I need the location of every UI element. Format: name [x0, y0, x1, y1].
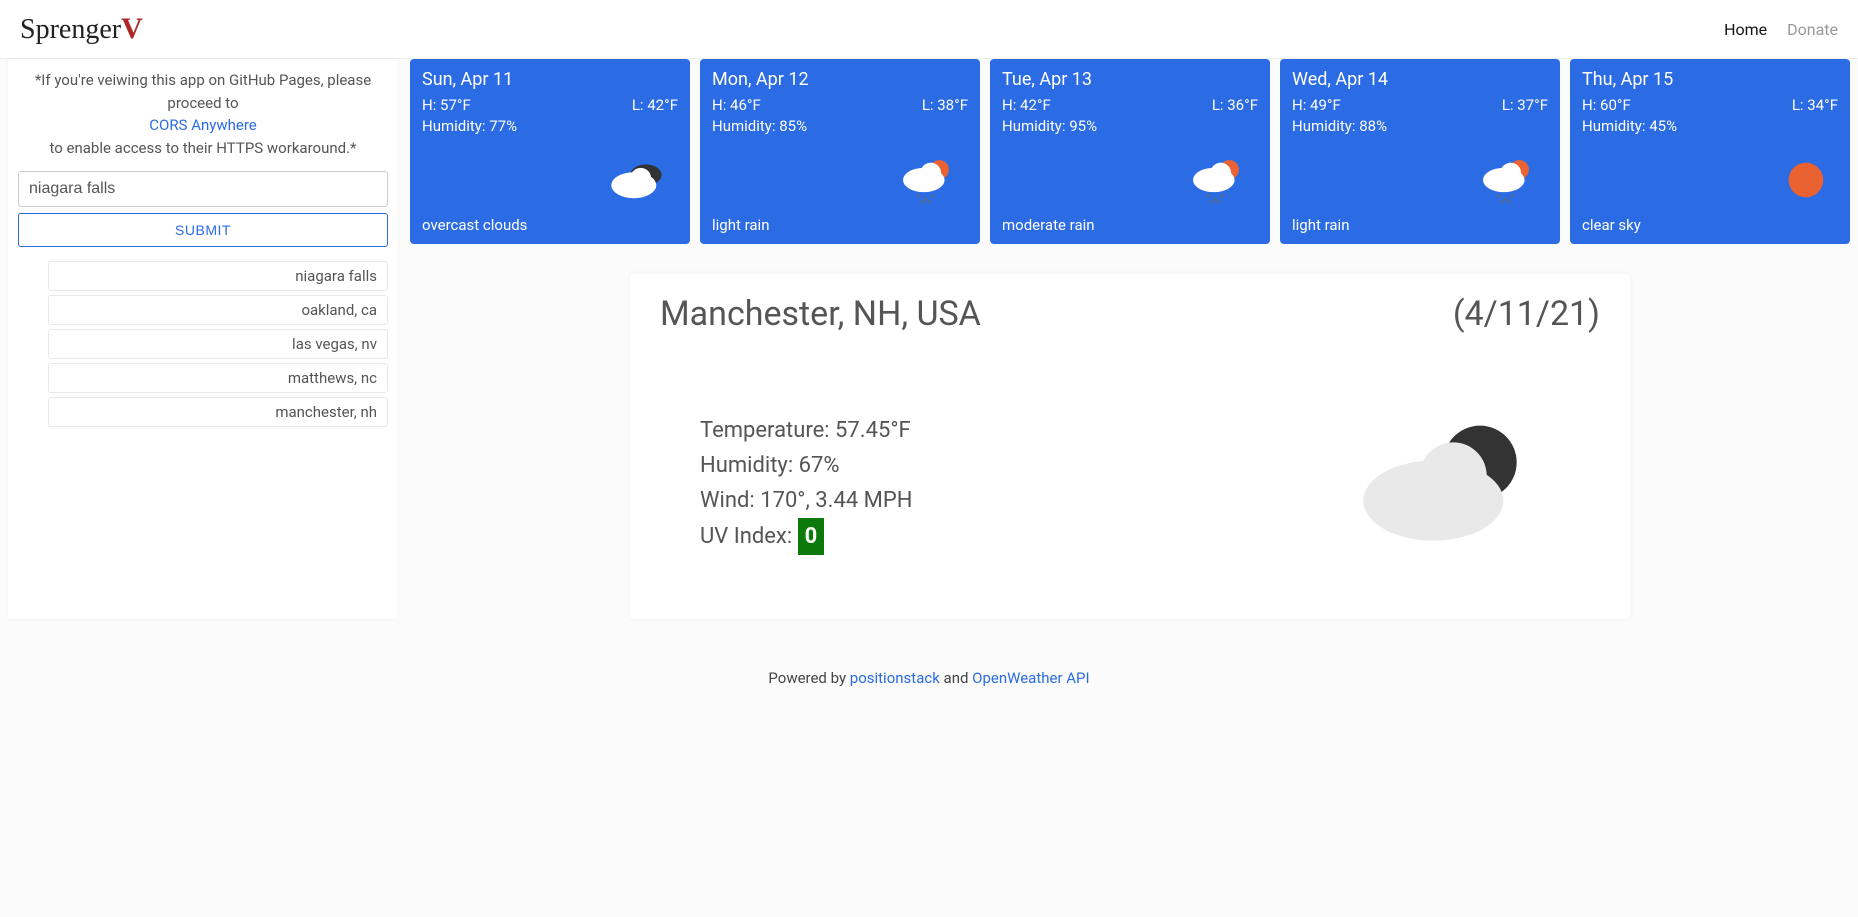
forecast-date: Tue, Apr 13: [1002, 69, 1258, 90]
forecast-date: Wed, Apr 14: [1292, 69, 1548, 90]
forecast-card[interactable]: Tue, Apr 13 H: 42°F L: 36°F Humidity: 95% mo…: [990, 59, 1270, 244]
brand[interactable]: SprengerV: [20, 12, 143, 46]
note-b: to enable access to their HTTPS workarou…: [50, 139, 357, 157]
detail-card: Manchester, NH, USA (4/11/21) Temperatur…: [630, 274, 1630, 619]
forecast-hilo: H: 42°F L: 36°F: [1002, 96, 1258, 114]
overcast-icon: [1350, 409, 1550, 559]
forecast-lo: L: 42°F: [632, 96, 678, 114]
forecast-lo: L: 36°F: [1212, 96, 1258, 114]
sidebar: *If you're veiwing this app on GitHub Pa…: [8, 59, 398, 619]
history-list: niagara falls oakland, ca las vegas, nv mat…: [18, 261, 388, 427]
detail-uv-label: UV Index:: [700, 524, 798, 549]
forecast-date: Thu, Apr 15: [1582, 69, 1838, 90]
forecast-icon: [1292, 143, 1548, 216]
history-item[interactable]: las vegas, nv: [48, 329, 388, 359]
forecast-icon: [1582, 143, 1838, 216]
forecast-hi: H: 49°F: [1292, 96, 1341, 114]
detail-uv-row: UV Index: 0: [700, 518, 1290, 555]
detail-wind: Wind: 170°, 3.44 MPH: [700, 483, 1290, 518]
forecast-card[interactable]: Wed, Apr 14 H: 49°F L: 37°F Humidity: 88% li…: [1280, 59, 1560, 244]
history-item[interactable]: matthews, nc: [48, 363, 388, 393]
forecast-hilo: H: 49°F L: 37°F: [1292, 96, 1548, 114]
forecast-condition: moderate rain: [1002, 216, 1258, 234]
navbar: SprengerV Home Donate: [0, 0, 1858, 59]
footer-link-openweather[interactable]: OpenWeather API: [972, 669, 1089, 687]
forecast-condition: overcast clouds: [422, 216, 678, 234]
history-item[interactable]: niagara falls: [48, 261, 388, 291]
forecast-humidity: Humidity: 88%: [1292, 117, 1548, 135]
nav-home[interactable]: Home: [1724, 20, 1767, 39]
forecast-humidity: Humidity: 77%: [422, 117, 678, 135]
forecast-date: Sun, Apr 11: [422, 69, 678, 90]
forecast-humidity: Humidity: 85%: [712, 117, 968, 135]
forecast-date: Mon, Apr 12: [712, 69, 968, 90]
forecast-row: Sun, Apr 11 H: 57°F L: 42°F Humidity: 77% ov…: [410, 59, 1850, 244]
forecast-hilo: H: 46°F L: 38°F: [712, 96, 968, 114]
forecast-icon: [712, 143, 968, 216]
footer-link-positionstack[interactable]: positionstack: [850, 669, 940, 687]
forecast-card[interactable]: Mon, Apr 12 H: 46°F L: 38°F Humidity: 85% li…: [700, 59, 980, 244]
forecast-hilo: H: 57°F L: 42°F: [422, 96, 678, 114]
forecast-card[interactable]: Thu, Apr 15 H: 60°F L: 34°F Humidity: 45% cl…: [1570, 59, 1850, 244]
detail-hum: Humidity: 67%: [700, 448, 1290, 483]
submit-button[interactable]: Submit: [18, 213, 388, 247]
main: Sun, Apr 11 H: 57°F L: 42°F Humidity: 77% ov…: [410, 59, 1850, 619]
footer-prefix: Powered by: [768, 669, 849, 687]
forecast-condition: light rain: [1292, 216, 1548, 234]
forecast-hilo: H: 60°F L: 34°F: [1582, 96, 1838, 114]
forecast-condition: clear sky: [1582, 216, 1838, 234]
forecast-hi: H: 57°F: [422, 96, 471, 114]
brand-text: Sprenger: [20, 14, 121, 45]
footer-mid: and: [940, 669, 972, 687]
uv-badge: 0: [798, 518, 825, 555]
forecast-humidity: Humidity: 95%: [1002, 117, 1258, 135]
history-item[interactable]: oakland, ca: [48, 295, 388, 325]
forecast-lo: L: 34°F: [1792, 96, 1838, 114]
brand-v: V: [121, 12, 143, 45]
note-a: *If you're veiwing this app on GitHub Pa…: [35, 71, 371, 112]
detail-title: Manchester, NH, USA: [660, 294, 981, 334]
forecast-lo: L: 37°F: [1502, 96, 1548, 114]
forecast-humidity: Humidity: 45%: [1582, 117, 1838, 135]
forecast-hi: H: 60°F: [1582, 96, 1631, 114]
detail-temp: Temperature: 57.45°F: [700, 413, 1290, 448]
search-input[interactable]: [18, 171, 388, 207]
nav-donate[interactable]: Donate: [1787, 20, 1838, 39]
detail-icon-wrap: [1320, 409, 1580, 559]
nav-links: Home Donate: [1708, 20, 1838, 39]
detail-stats: Temperature: 57.45°F Humidity: 67% Wind:…: [680, 413, 1290, 556]
cors-note: *If you're veiwing this app on GitHub Pa…: [18, 69, 388, 159]
forecast-lo: L: 38°F: [922, 96, 968, 114]
forecast-hi: H: 42°F: [1002, 96, 1051, 114]
detail-date: (4/11/21): [1453, 294, 1600, 334]
forecast-hi: H: 46°F: [712, 96, 761, 114]
footer: Powered by positionstack and OpenWeather…: [0, 639, 1858, 717]
cors-link[interactable]: CORS Anywhere: [149, 116, 257, 134]
history-item[interactable]: manchester, nh: [48, 397, 388, 427]
forecast-icon: [422, 143, 678, 216]
forecast-icon: [1002, 143, 1258, 216]
forecast-condition: light rain: [712, 216, 968, 234]
forecast-card[interactable]: Sun, Apr 11 H: 57°F L: 42°F Humidity: 77% ov…: [410, 59, 690, 244]
